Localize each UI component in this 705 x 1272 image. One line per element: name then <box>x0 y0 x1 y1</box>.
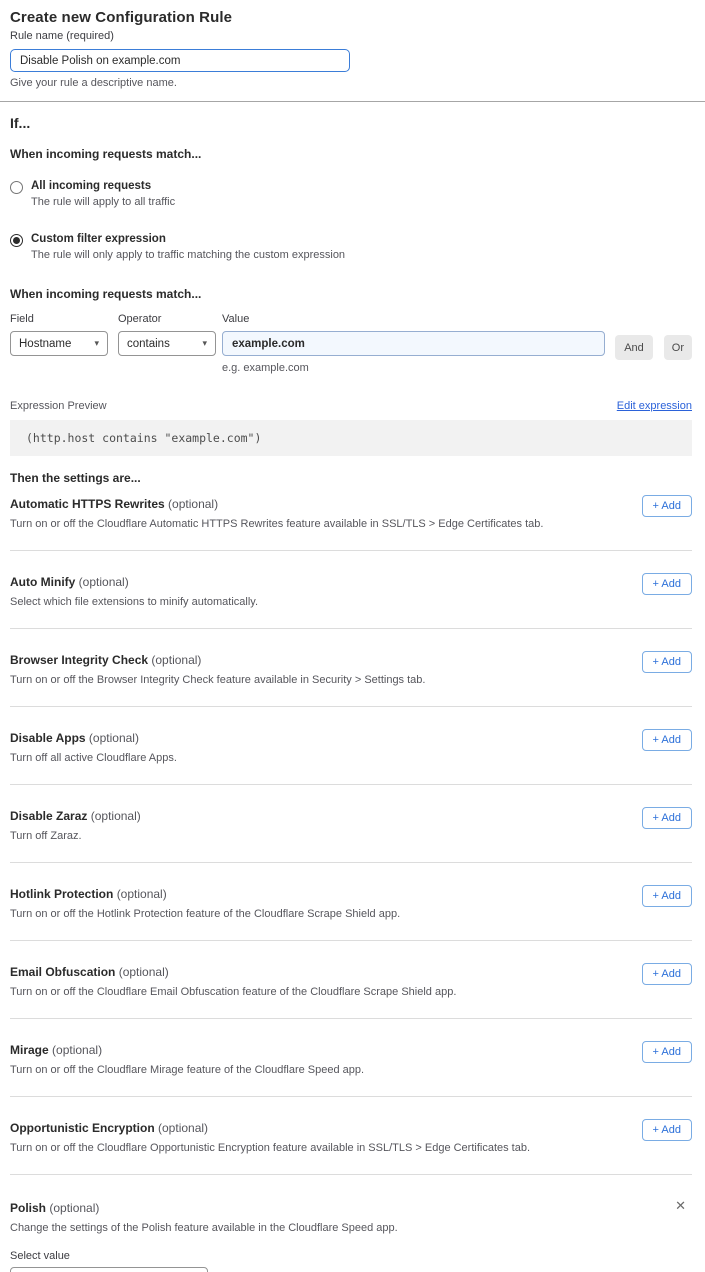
rule-name-input[interactable] <box>10 49 350 72</box>
option-all-incoming-requests[interactable]: All incoming requests The rule will appl… <box>10 180 692 208</box>
setting-row-hotlink-protection: Hotlink Protection (optional) Turn on or… <box>10 863 692 941</box>
value-help: e.g. example.com <box>222 362 605 374</box>
radio-button-selected[interactable] <box>10 234 23 247</box>
if-heading: If... <box>10 115 692 131</box>
setting-row-browser-integrity-check: Browser Integrity Check (optional) Turn … <box>10 629 692 707</box>
setting-name: Disable Apps <box>10 731 86 745</box>
option-custom-filter-expression[interactable]: Custom filter expression The rule will o… <box>10 233 692 261</box>
optional-tag: (optional) <box>49 1201 99 1215</box>
setting-row-mirage: Mirage (optional) Turn on or off the Clo… <box>10 1019 692 1097</box>
setting-description: Turn on or off the Hotlink Protection fe… <box>10 908 692 920</box>
rule-name-label: Rule name (required) <box>10 30 114 42</box>
setting-description: Turn on or off the Browser Integrity Che… <box>10 674 692 686</box>
optional-tag: (optional) <box>151 653 201 667</box>
setting-name: Mirage <box>10 1043 49 1057</box>
optional-tag: (optional) <box>52 1043 102 1057</box>
optional-tag: (optional) <box>168 497 218 511</box>
add-button[interactable]: + Add <box>642 651 692 673</box>
operator-label: Operator <box>118 313 216 325</box>
radio-option-label: Custom filter expression <box>31 233 345 245</box>
setting-row-email-obfuscation: Email Obfuscation (optional) Turn on or … <box>10 941 692 1019</box>
radio-button[interactable] <box>10 181 23 194</box>
value-input[interactable] <box>222 331 605 356</box>
section-divider <box>0 101 705 102</box>
radio-option-description: The rule will only apply to traffic matc… <box>31 249 345 261</box>
operator-select-value: contains <box>127 338 170 350</box>
value-label: Value <box>222 313 605 325</box>
setting-description: Change the settings of the Polish featur… <box>10 1222 692 1234</box>
optional-tag: (optional) <box>158 1121 208 1135</box>
configuration-rule-form: Create new Configuration Rule Rule name … <box>0 0 705 1272</box>
setting-row-disable-zaraz: Disable Zaraz (optional) Turn off Zaraz.… <box>10 785 692 863</box>
add-button[interactable]: + Add <box>642 1119 692 1141</box>
add-button[interactable]: + Add <box>642 573 692 595</box>
operator-select[interactable]: contains ▾ <box>118 331 216 356</box>
setting-description: Turn on or off the Cloudflare Mirage fea… <box>10 1064 692 1076</box>
add-button[interactable]: + Add <box>642 963 692 985</box>
setting-name: Automatic HTTPS Rewrites <box>10 497 165 511</box>
setting-name: Opportunistic Encryption <box>10 1121 155 1135</box>
expression-builder-row: Field Hostname ▾ Operator contains ▾ Val… <box>10 313 692 374</box>
setting-description: Turn off all active Cloudflare Apps. <box>10 752 692 764</box>
optional-tag: (optional) <box>79 575 129 589</box>
optional-tag: (optional) <box>119 965 169 979</box>
page-title: Create new Configuration Rule <box>10 0 692 26</box>
field-select[interactable]: Hostname ▾ <box>10 331 108 356</box>
and-button[interactable]: And <box>615 335 653 360</box>
rule-name-help: Give your rule a descriptive name. <box>10 77 692 89</box>
add-button[interactable]: + Add <box>642 885 692 907</box>
expression-builder-heading: When incoming requests match... <box>10 287 692 301</box>
close-icon[interactable]: ✕ <box>675 1199 686 1212</box>
settings-list: Automatic HTTPS Rewrites (optional) Turn… <box>10 485 692 1272</box>
optional-tag: (optional) <box>89 731 139 745</box>
chevron-down-icon: ▾ <box>94 339 99 348</box>
or-button[interactable]: Or <box>664 335 692 360</box>
setting-row-automatic-https-rewrites: Automatic HTTPS Rewrites (optional) Turn… <box>10 485 692 551</box>
edit-expression-link[interactable]: Edit expression <box>617 400 692 412</box>
setting-row-auto-minify: Auto Minify (optional) Select which file… <box>10 551 692 629</box>
add-button[interactable]: + Add <box>642 495 692 517</box>
add-button[interactable]: + Add <box>642 1041 692 1063</box>
setting-name: Auto Minify <box>10 575 75 589</box>
match-type-heading: When incoming requests match... <box>10 147 692 161</box>
setting-name: Hotlink Protection <box>10 887 113 901</box>
add-button[interactable]: + Add <box>642 807 692 829</box>
setting-row-polish: Polish (optional) ✕ Change the settings … <box>10 1175 692 1272</box>
add-button[interactable]: + Add <box>642 729 692 751</box>
radio-option-description: The rule will apply to all traffic <box>31 196 175 208</box>
chevron-down-icon: ▾ <box>202 339 207 348</box>
then-settings-heading: Then the settings are... <box>10 471 692 485</box>
setting-description: Select which file extensions to minify a… <box>10 596 692 608</box>
field-label: Field <box>10 313 108 325</box>
setting-description: Turn on or off the Cloudflare Opportunis… <box>10 1142 692 1154</box>
setting-description: Turn on or off the Cloudflare Email Obfu… <box>10 986 692 998</box>
optional-tag: (optional) <box>91 809 141 823</box>
expression-preview-label: Expression Preview <box>10 400 107 412</box>
setting-row-disable-apps: Disable Apps (optional) Turn off all act… <box>10 707 692 785</box>
radio-option-label: All incoming requests <box>31 180 175 192</box>
setting-row-opportunistic-encryption: Opportunistic Encryption (optional) Turn… <box>10 1097 692 1175</box>
optional-tag: (optional) <box>117 887 167 901</box>
setting-name: Email Obfuscation <box>10 965 115 979</box>
setting-description: Turn off Zaraz. <box>10 830 692 842</box>
setting-description: Turn on or off the Cloudflare Automatic … <box>10 518 692 530</box>
field-select-value: Hostname <box>19 338 71 350</box>
setting-name: Browser Integrity Check <box>10 653 148 667</box>
select-value-label: Select value <box>10 1250 692 1262</box>
setting-name: Polish <box>10 1201 46 1215</box>
setting-name: Disable Zaraz <box>10 809 87 823</box>
expression-preview-code: (http.host contains "example.com") <box>10 420 692 456</box>
polish-value-select[interactable]: Off ▾ <box>10 1267 208 1272</box>
